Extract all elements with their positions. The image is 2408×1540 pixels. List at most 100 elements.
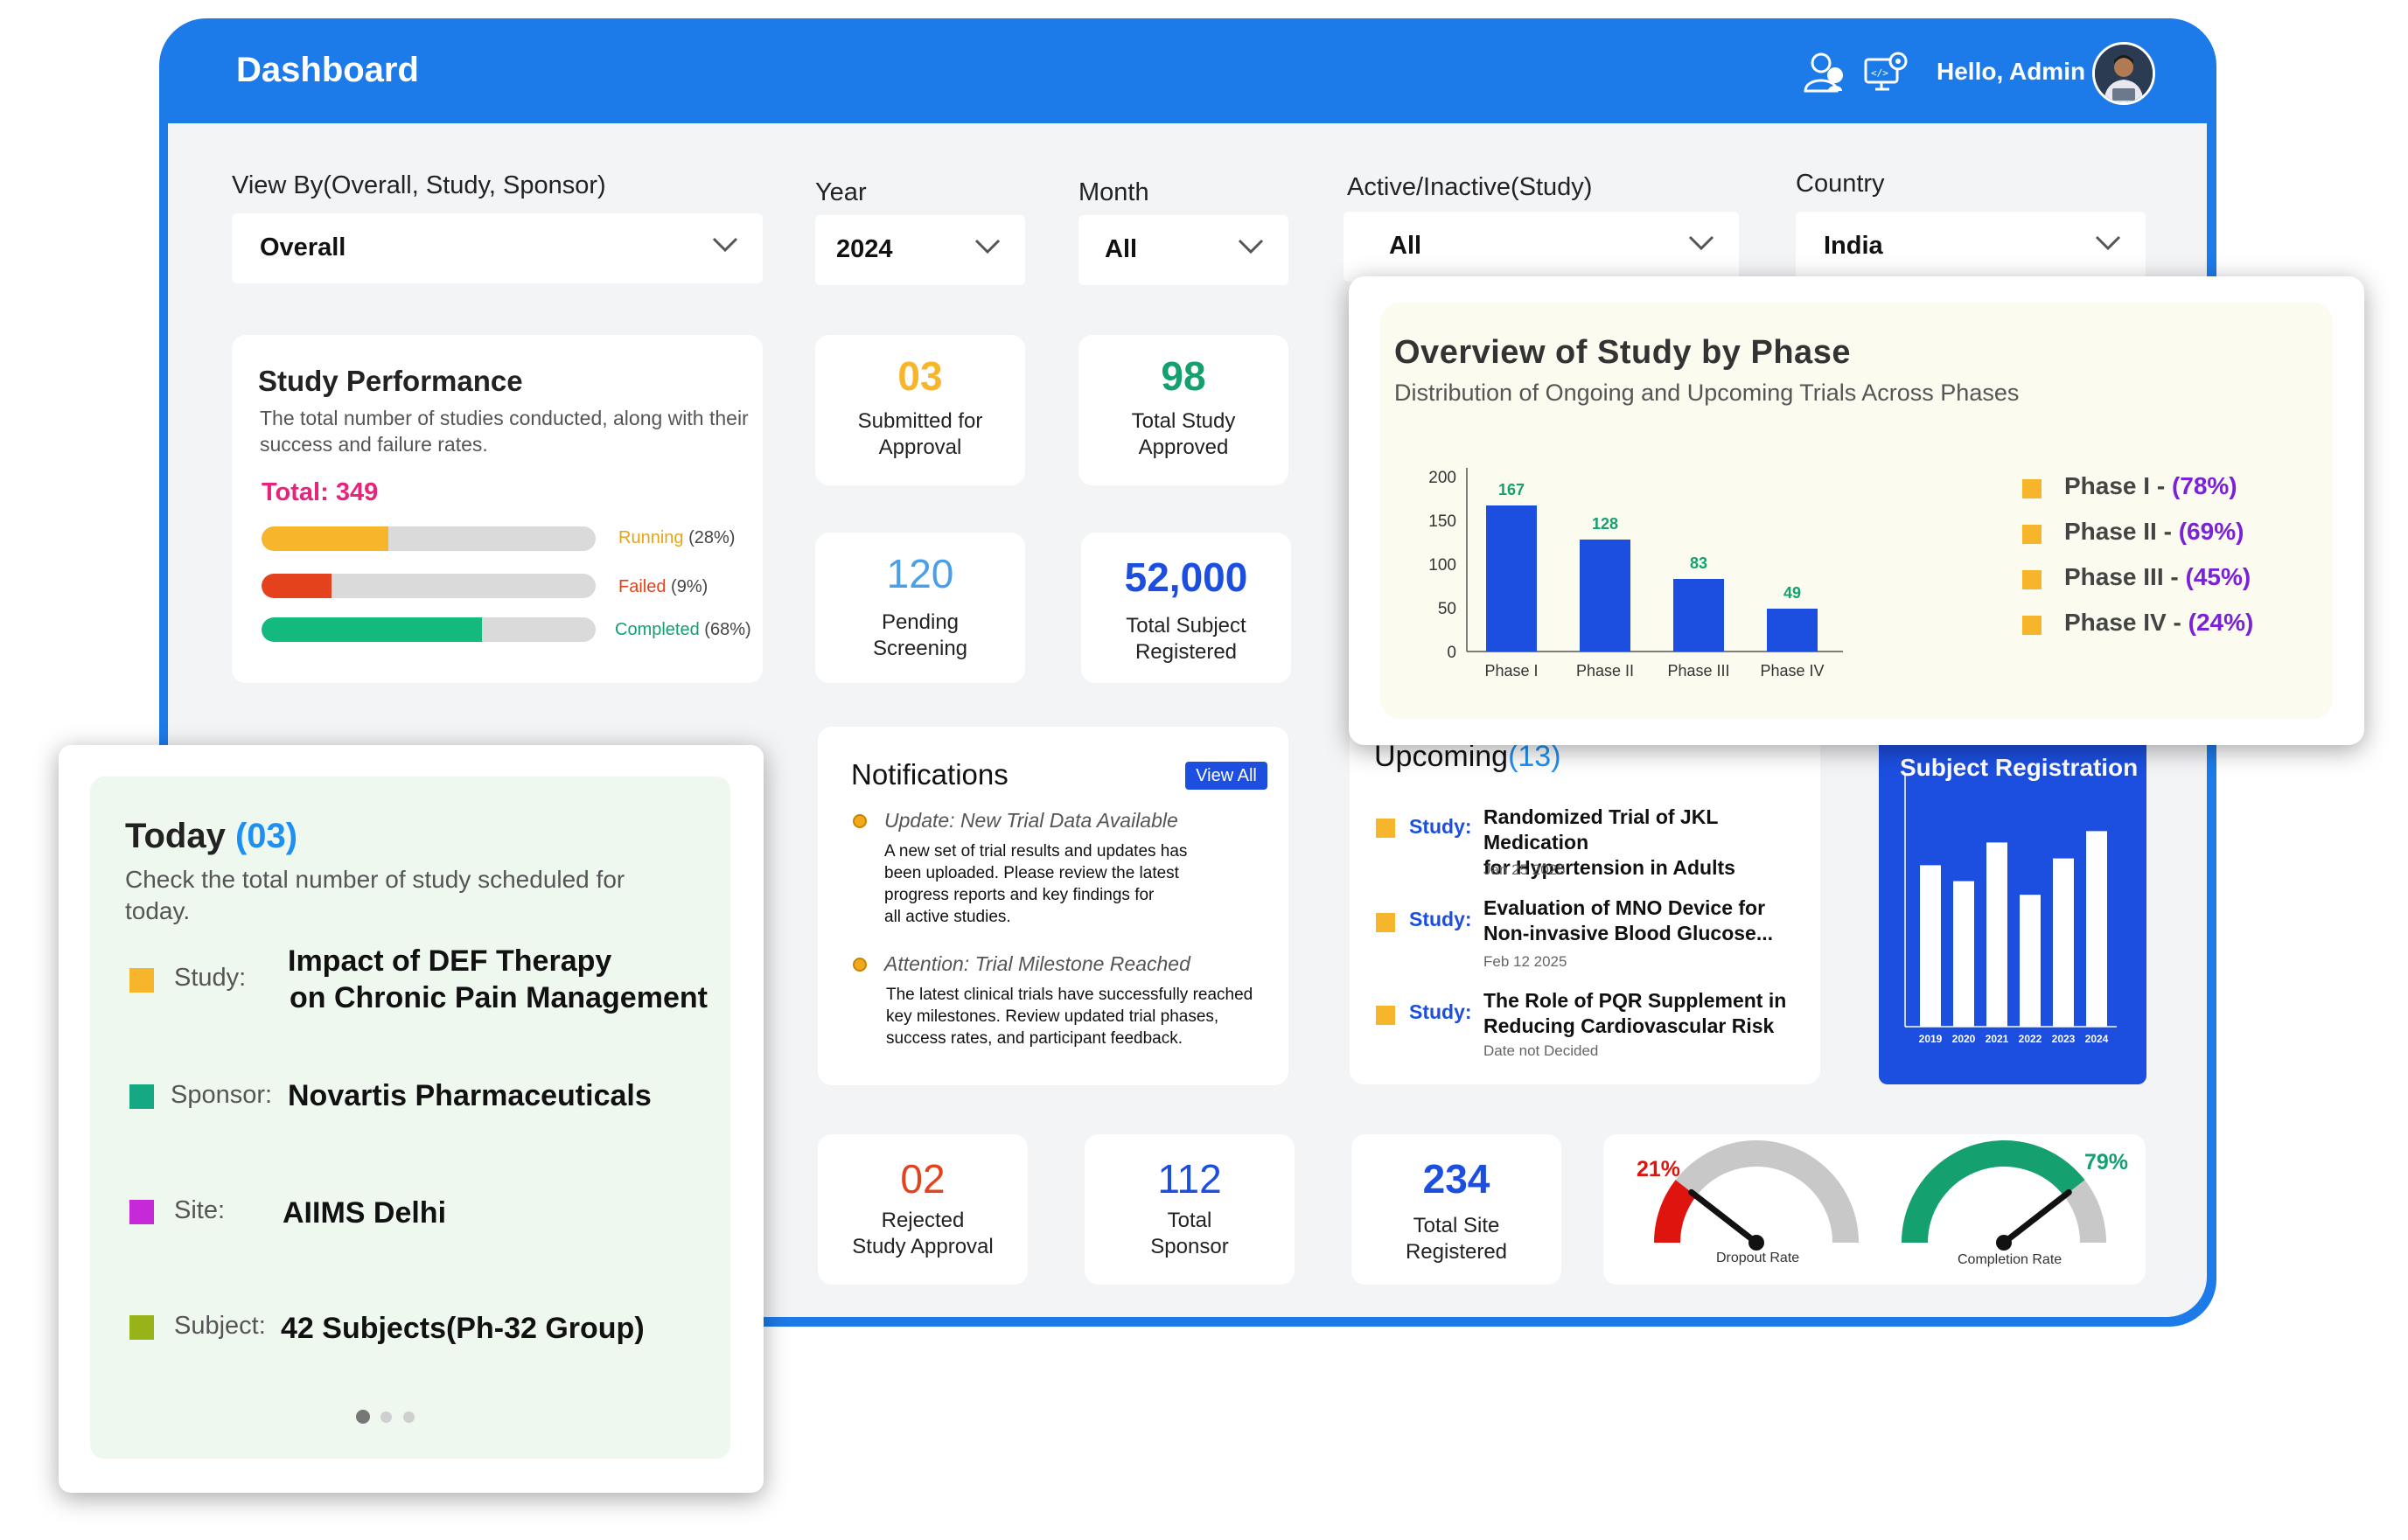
overview-subtitle: Distribution of Ongoing and Upcoming Tri… <box>1394 380 2020 406</box>
bar-value-label: 167 <box>1498 481 1525 498</box>
year-value: 2024 <box>836 235 893 263</box>
legend-phase-1: Phase I - (78%) <box>2064 472 2237 500</box>
view-by-label: View By(Overall, Study, Sponsor) <box>232 171 606 199</box>
active-select[interactable]: All <box>1344 212 1739 282</box>
registration-bar[interactable] <box>2020 895 2041 1027</box>
study-key: Study: <box>174 964 247 992</box>
approved-label-2: Approved <box>1138 436 1229 459</box>
active-value: All <box>1389 232 1422 260</box>
notification-line: all active studies. <box>884 908 1011 926</box>
legend-marker <box>2022 479 2042 498</box>
gauges <box>1654 1140 2106 1251</box>
avatar-image <box>2095 45 2153 102</box>
today-subject: 42 Subjects(Ph-32 Group) <box>281 1312 645 1345</box>
notification-line: key milestones. Review updated trial pha… <box>886 1007 1219 1026</box>
study-performance-description: The total number of studies conducted, a… <box>260 407 749 456</box>
running-label: Running (28%) <box>618 528 735 548</box>
running-bar-fill <box>262 526 389 551</box>
registration-bar[interactable] <box>2053 858 2074 1027</box>
month-label: Month <box>1078 178 1149 206</box>
y-tick-label: 0 <box>1447 644 1456 662</box>
legend-phase-4: Phase IV - (24%) <box>2064 609 2253 637</box>
completed-label: Completed (68%) <box>615 620 751 640</box>
year-select[interactable]: 2024 <box>815 215 1025 285</box>
avatar[interactable] <box>2092 42 2155 105</box>
phase-bar[interactable] <box>1580 540 1630 652</box>
monitor-settings-icon[interactable]: </> <box>1863 49 1909 94</box>
pending-card[interactable]: 120 Pending Screening <box>815 533 1025 683</box>
legend-marker <box>2022 525 2042 544</box>
year-label: Year <box>815 178 867 206</box>
x-tick-label: Phase III <box>1667 662 1729 679</box>
today-title: Today (03) <box>125 817 297 856</box>
sponsor-card[interactable]: 112 Total Sponsor <box>1085 1134 1295 1285</box>
year-tick-label: 2021 <box>1986 1033 2009 1045</box>
x-tick-label: Phase I <box>1484 662 1538 679</box>
view-all-button[interactable]: View All <box>1185 762 1267 790</box>
rejected-card[interactable]: 02 Rejected Study Approval <box>818 1134 1028 1285</box>
phase-bar[interactable] <box>1486 505 1537 652</box>
pagination-dot[interactable] <box>380 1411 392 1423</box>
upcoming-date: Jan 25 2025 <box>1483 861 1566 878</box>
study-key: Study: <box>1409 908 1472 930</box>
approved-value: 98 <box>1161 353 1206 399</box>
failed-bar <box>262 574 596 598</box>
legend-pct: (69%) <box>2178 518 2244 545</box>
phase-bar[interactable] <box>1673 579 1724 652</box>
gauge-fill <box>1654 1180 1697 1244</box>
users-icon[interactable] <box>1802 49 1847 94</box>
legend-name: Phase I - <box>2064 472 2172 499</box>
month-select[interactable]: All <box>1078 215 1288 285</box>
notifications-card: Notifications View All Update: New Trial… <box>818 727 1288 1085</box>
completed-text: Completed <box>615 620 700 639</box>
subjects-card[interactable]: 52,000 Total Subject Registered <box>1081 533 1291 683</box>
subjects-label-1: Total Subject <box>1126 614 1246 638</box>
submitted-card[interactable]: 03 Submitted for Approval <box>815 335 1025 485</box>
notification-heading[interactable]: Attention: Trial Milestone Reached <box>884 952 1190 976</box>
year-tick-label: 2019 <box>1919 1033 1943 1045</box>
upcoming-study-line: Reducing Cardiovascular Risk <box>1483 1014 1775 1037</box>
gauge-needle <box>2000 1188 2072 1246</box>
site-label-2: Registered <box>1405 1240 1508 1264</box>
registration-bar[interactable] <box>1920 865 1941 1027</box>
dropout-pct: 21% <box>1637 1157 1681 1181</box>
notification-dot <box>853 814 867 828</box>
view-by-select[interactable]: Overall <box>232 213 763 283</box>
upcoming-study-name[interactable]: Evaluation of MNO Device for Non-invasiv… <box>1483 895 1816 946</box>
gauge-needle <box>1688 1188 1760 1246</box>
rejected-label-1: Rejected <box>881 1209 965 1232</box>
today-card: Today (03) Check the total number of stu… <box>59 745 764 1493</box>
completed-bar-fill <box>262 617 483 642</box>
legend-pct: (45%) <box>2185 563 2251 590</box>
upcoming-study-name[interactable]: The Role of PQR Supplement in Reducing C… <box>1483 988 1816 1039</box>
sponsor-key: Sponsor: <box>171 1081 273 1109</box>
y-tick-label: 100 <box>1428 556 1456 575</box>
today-site: AIIMS Delhi <box>283 1196 447 1230</box>
legend-name: Phase III - <box>2064 563 2186 590</box>
svg-text:</>: </> <box>1871 67 1888 79</box>
upcoming-date: Date not Decided <box>1483 1042 1599 1059</box>
registration-bar[interactable] <box>1986 842 2007 1027</box>
site-marker <box>129 1200 154 1224</box>
notification-dot <box>853 958 867 972</box>
today-study[interactable]: Impact of DEF Therapy on Chronic Pain Ma… <box>288 943 708 1016</box>
chevron-down-icon <box>712 237 738 253</box>
today-description: Check the total number of study schedule… <box>125 866 625 924</box>
pagination-dot[interactable] <box>403 1411 415 1423</box>
running-pct: (28%) <box>688 528 736 547</box>
registration-bar[interactable] <box>1953 881 1974 1027</box>
site-card[interactable]: 234 Total Site Registered <box>1351 1134 1561 1285</box>
legend-phase-3: Phase III - (45%) <box>2064 563 2251 591</box>
registration-bar[interactable] <box>2086 831 2107 1027</box>
notification-heading[interactable]: Update: New Trial Data Available <box>884 809 1178 833</box>
country-select[interactable]: India <box>1796 212 2146 282</box>
completion-pct: 79% <box>2084 1150 2129 1174</box>
year-tick-label: 2023 <box>2052 1033 2076 1045</box>
failed-bar-fill <box>262 574 332 598</box>
pagination-dot-active[interactable] <box>356 1410 370 1424</box>
overview-card: Overview of Study by Phase Distribution … <box>1349 276 2364 745</box>
subject-registration-card[interactable]: Subject Registration 2019 2020 2021 2022 202… <box>1879 715 2146 1084</box>
approved-card[interactable]: 98 Total Study Approved <box>1078 335 1288 485</box>
year-tick-label: 2024 <box>2085 1033 2109 1045</box>
phase-bar[interactable] <box>1767 609 1818 652</box>
